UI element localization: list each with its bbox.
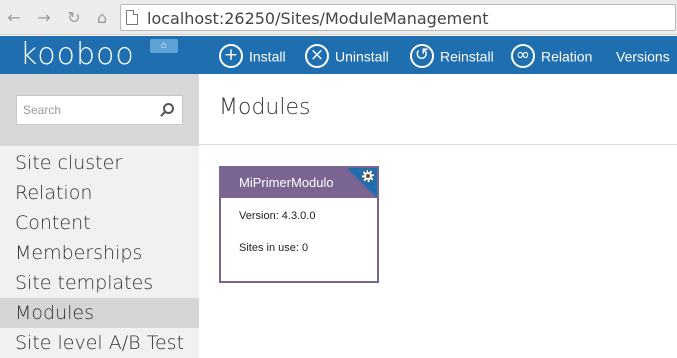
x-circle-icon: ×: [305, 44, 329, 69]
page-title: Modules: [219, 95, 311, 120]
uninstall-button[interactable]: × Uninstall: [305, 42, 389, 69]
refresh-circle-icon: ↺: [410, 44, 434, 69]
sidebar: Search Site cluster Relation Content Mem…: [0, 74, 199, 358]
reload-icon[interactable]: ↻: [64, 8, 84, 28]
gear-icon[interactable]: [362, 170, 374, 182]
app-toolbar: kooboo ⌂ + Install × Uninstall ↺ Reinstall …: [0, 36, 677, 74]
link-circle-icon: ∞: [511, 44, 535, 69]
page-icon: [126, 10, 138, 25]
sidebar-item-memberships[interactable]: Memberships: [0, 238, 199, 268]
home-badge-icon[interactable]: ⌂: [150, 39, 178, 53]
module-card[interactable]: MiPrimerModulo Version: 4.3.0.0 Sites in…: [219, 166, 379, 283]
forward-arrow-icon[interactable]: →: [34, 8, 54, 28]
install-button[interactable]: + Install: [219, 42, 286, 69]
relation-button[interactable]: ∞ Relation: [511, 42, 592, 69]
versions-button[interactable]: Versions: [616, 42, 670, 68]
module-sites-in-use: Sites in use: 0: [239, 242, 309, 254]
back-arrow-icon[interactable]: ←: [4, 8, 24, 28]
browser-toolbar: ← → ↻ ⌂ localhost:26250/Sites/ModuleMana…: [0, 0, 677, 35]
sidebar-search-area: Search: [0, 74, 199, 146]
main-content: Modules MiPrimerModulo Version: 4.3.0.0 …: [199, 74, 677, 358]
sidebar-item-site-cluster[interactable]: Site cluster: [0, 148, 199, 178]
sidebar-item-ab-test[interactable]: Site level A/B Test: [0, 328, 199, 358]
sidebar-item-content[interactable]: Content: [0, 208, 199, 238]
sidebar-item-modules[interactable]: Modules: [0, 298, 199, 328]
search-placeholder: Search: [23, 103, 62, 117]
search-input[interactable]: Search: [16, 95, 183, 125]
search-icon[interactable]: [163, 103, 174, 114]
sidebar-menu: Site cluster Relation Content Membership…: [0, 148, 199, 358]
address-bar[interactable]: localhost:26250/Sites/ModuleManagement: [120, 4, 676, 31]
title-divider: [199, 144, 677, 145]
url-text[interactable]: localhost:26250/Sites/ModuleManagement: [147, 9, 489, 28]
plus-circle-icon: +: [219, 44, 243, 69]
reinstall-button[interactable]: ↺ Reinstall: [410, 42, 494, 69]
module-name: MiPrimerModulo: [239, 175, 334, 190]
sidebar-item-site-templates[interactable]: Site templates: [0, 268, 199, 298]
module-version: Version: 4.3.0.0: [239, 210, 316, 222]
kooboo-logo[interactable]: kooboo: [20, 37, 135, 73]
sidebar-item-relation[interactable]: Relation: [0, 178, 199, 208]
home-icon[interactable]: ⌂: [92, 8, 112, 28]
